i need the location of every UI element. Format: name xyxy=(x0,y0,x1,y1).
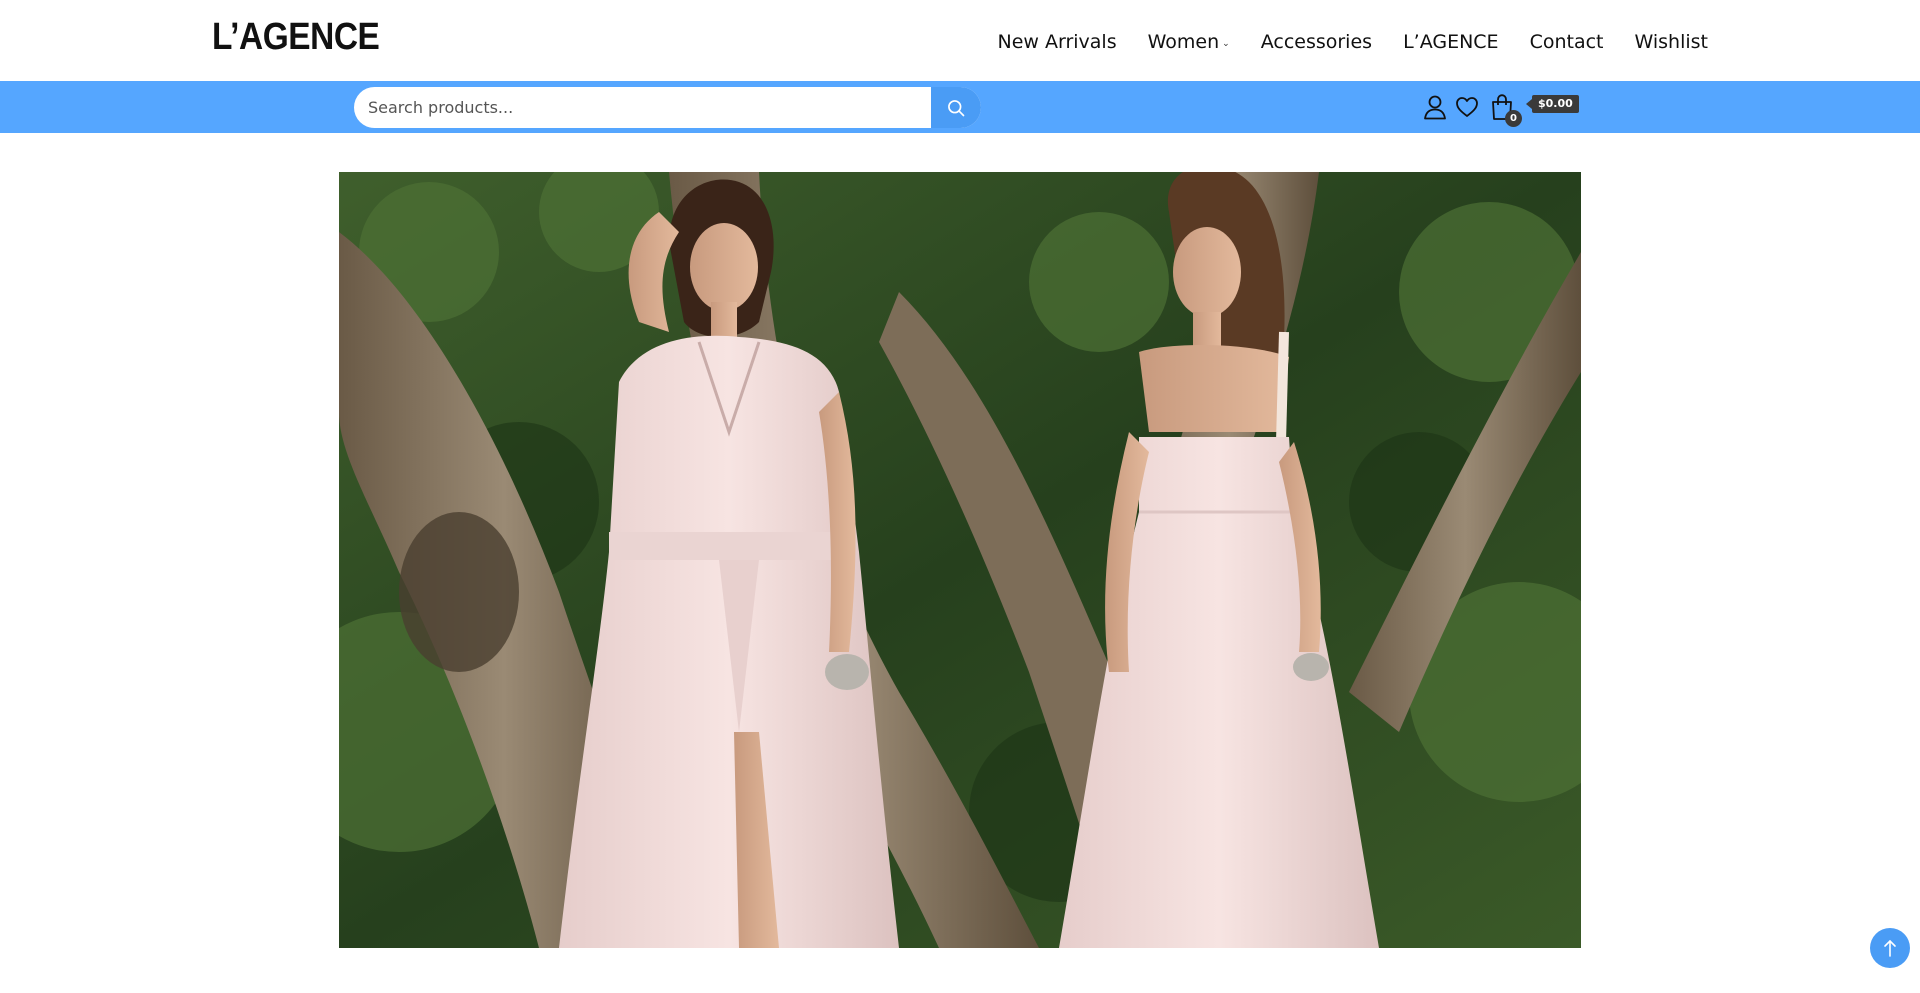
nav-item-label: L’AGENCE xyxy=(1403,31,1499,53)
cart-button[interactable]: 0 xyxy=(1486,92,1522,127)
cart-total-badge: $0.00 xyxy=(1526,95,1579,113)
account-button[interactable] xyxy=(1420,92,1450,122)
nav-item-label: Accessories xyxy=(1260,31,1373,53)
nav-item-label: Contact xyxy=(1529,31,1604,53)
site-logo[interactable]: L’AGENCE xyxy=(212,14,380,60)
search-input[interactable] xyxy=(354,87,931,128)
cart-count-badge: 0 xyxy=(1505,110,1522,127)
search-button[interactable] xyxy=(931,87,981,128)
nav-item-contact[interactable]: Contact xyxy=(1530,27,1604,57)
chevron-down-icon: ⌄ xyxy=(1222,39,1230,49)
nav-item-label: Wishlist xyxy=(1634,31,1709,53)
hero-banner-image[interactable] xyxy=(339,172,1581,948)
arrow-up-icon xyxy=(1884,939,1896,957)
search-icon xyxy=(948,99,965,116)
wishlist-button[interactable] xyxy=(1452,92,1482,122)
site-header: L’AGENCE New Arrivals Women ⌄ Accessorie… xyxy=(0,0,1920,81)
nav-item-wishlist[interactable]: Wishlist xyxy=(1635,27,1709,57)
nav-item-label: New Arrivals xyxy=(997,31,1117,53)
nav-item-women[interactable]: Women ⌄ xyxy=(1148,25,1230,59)
user-icon xyxy=(1424,95,1446,120)
nav-item-new-arrivals[interactable]: New Arrivals xyxy=(997,27,1116,57)
nav-item-accessories[interactable]: Accessories xyxy=(1261,27,1372,57)
nav-item-lagence[interactable]: L’AGENCE xyxy=(1403,27,1499,57)
nav-item-label: Women xyxy=(1147,31,1220,53)
scroll-to-top-button[interactable] xyxy=(1870,928,1910,968)
search-bar-band: 0 $0.00 xyxy=(0,81,1920,133)
hero-photo-illustration xyxy=(339,172,1581,948)
main-nav: New Arrivals Women ⌄ Accessories L’AGENC… xyxy=(997,25,1708,59)
heart-icon xyxy=(1456,97,1478,117)
search-form xyxy=(354,87,981,128)
header-utility-icons: 0 $0.00 xyxy=(1420,89,1579,127)
